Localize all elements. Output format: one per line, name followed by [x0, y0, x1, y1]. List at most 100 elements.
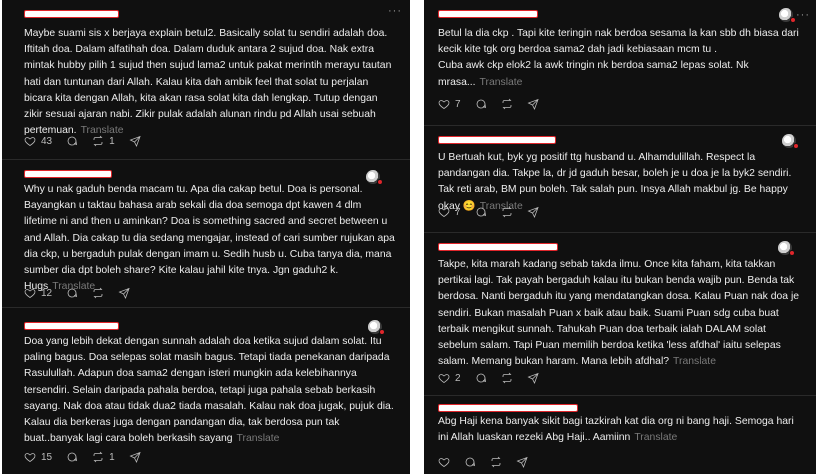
reply-button[interactable]	[66, 451, 78, 463]
redacted-username	[24, 170, 112, 178]
like-count: 7	[455, 206, 461, 218]
reply-card: U Bertuah kut, byk yg positif ttg husban…	[424, 126, 816, 226]
reply-card: ··· Betul la dia ckp . Tapi kite teringi…	[424, 0, 816, 118]
share-button[interactable]	[516, 456, 528, 468]
reply-text: Abg Haji kena banyak sikit bagi tazkirah…	[438, 416, 794, 444]
reply-actions: 2	[438, 372, 539, 384]
repost-button[interactable]	[501, 98, 513, 110]
share-button[interactable]	[118, 287, 130, 299]
send-icon	[129, 451, 141, 463]
like-button[interactable]: 15	[24, 451, 52, 463]
send-icon	[118, 287, 130, 299]
reply-card: ··· Maybe suami sis x berjaya explain be…	[2, 0, 410, 150]
heart-badge-icon	[789, 250, 795, 256]
repost-count: 1	[109, 451, 115, 463]
like-count: 43	[41, 135, 53, 147]
reply-text: Takpe, kita marah kadang sebab takda ilm…	[438, 259, 800, 368]
reply-actions: 43 1	[24, 135, 141, 147]
redacted-username	[438, 136, 556, 144]
reply-actions: 12	[24, 287, 130, 299]
avatar[interactable]	[779, 8, 796, 23]
share-button[interactable]	[129, 135, 141, 147]
redacted-username	[438, 404, 578, 412]
like-count: 2	[455, 372, 461, 384]
reply-text: Maybe suami sis x berjaya explain betul2…	[24, 28, 392, 137]
comment-icon	[476, 373, 486, 383]
comment-icon	[476, 207, 486, 217]
reply-card: Abg Haji kena banyak sikit bagi tazkirah…	[424, 396, 816, 474]
like-button[interactable]: 7	[438, 206, 461, 218]
heart-icon	[438, 100, 450, 109]
reply-card: Why u nak gaduh benda macam tu. Apa dia …	[2, 160, 410, 308]
reply-button[interactable]	[475, 372, 487, 384]
translate-link[interactable]: Translate	[673, 356, 716, 367]
reply-text: Why u nak gaduh benda macam tu. Apa dia …	[24, 184, 395, 293]
reply-text: Betul la dia ckp . Tapi kite teringin na…	[438, 28, 799, 88]
repost-icon	[502, 372, 512, 384]
avatar[interactable]	[368, 320, 385, 335]
repost-button[interactable]	[501, 206, 513, 218]
repost-icon	[93, 451, 103, 463]
avatar[interactable]	[782, 134, 799, 149]
like-button[interactable]: 7	[438, 98, 461, 110]
repost-icon	[491, 456, 501, 468]
reply-actions: 15 1	[24, 451, 141, 463]
heart-icon	[24, 453, 36, 462]
repost-icon	[502, 206, 512, 218]
like-button[interactable]: 12	[24, 287, 52, 299]
repost-button[interactable]	[92, 287, 104, 299]
repost-button[interactable]	[490, 456, 502, 468]
reply-button[interactable]	[475, 206, 487, 218]
comment-icon	[67, 452, 78, 462]
like-count: 12	[41, 287, 53, 299]
translate-link[interactable]: Translate	[237, 433, 280, 444]
repost-button[interactable]: 1	[92, 135, 115, 147]
reply-actions: 7	[438, 206, 539, 218]
send-icon	[527, 98, 539, 110]
redacted-username	[438, 10, 538, 18]
share-button[interactable]	[527, 206, 539, 218]
avatar[interactable]	[778, 241, 795, 256]
heart-icon	[438, 458, 450, 467]
send-icon	[516, 456, 528, 468]
reply-button[interactable]	[66, 135, 78, 147]
reply-button[interactable]	[66, 287, 78, 299]
heart-icon	[24, 137, 36, 146]
share-button[interactable]	[527, 372, 539, 384]
reply-button[interactable]	[464, 456, 476, 468]
share-button[interactable]	[129, 451, 141, 463]
send-icon	[527, 206, 539, 218]
comment-icon	[67, 136, 78, 146]
comment-icon	[465, 457, 475, 467]
repost-icon	[93, 135, 103, 147]
send-icon	[129, 135, 141, 147]
share-button[interactable]	[527, 98, 539, 110]
redacted-username	[438, 243, 558, 251]
more-options-icon[interactable]: ···	[388, 6, 402, 17]
like-button[interactable]: 43	[24, 135, 52, 147]
heart-icon	[438, 208, 450, 217]
right-thread-column: ··· Betul la dia ckp . Tapi kite teringi…	[424, 0, 816, 474]
heart-icon	[438, 374, 450, 383]
comment-icon	[476, 99, 486, 109]
like-count: 15	[41, 451, 53, 463]
translate-link[interactable]: Translate	[634, 432, 677, 443]
left-thread-column: ··· Maybe suami sis x berjaya explain be…	[2, 0, 410, 474]
send-icon	[527, 372, 539, 384]
redacted-username	[24, 322, 119, 330]
repost-icon	[502, 98, 512, 110]
reply-text: Doa yang lebih dekat dengan sunnah adala…	[24, 336, 394, 445]
more-options-icon[interactable]: ···	[796, 10, 810, 21]
comment-icon	[67, 288, 78, 298]
like-button[interactable]	[438, 456, 450, 468]
repost-button[interactable]: 1	[92, 451, 115, 463]
reply-actions: 7	[438, 98, 539, 110]
reply-button[interactable]	[475, 98, 487, 110]
heart-badge-icon	[793, 143, 799, 149]
translate-link[interactable]: Translate	[480, 77, 523, 88]
repost-icon	[93, 287, 103, 299]
repost-button[interactable]	[501, 372, 513, 384]
like-button[interactable]: 2	[438, 372, 461, 384]
like-count: 7	[455, 98, 461, 110]
reply-card: Takpe, kita marah kadang sebab takda ilm…	[424, 233, 816, 393]
